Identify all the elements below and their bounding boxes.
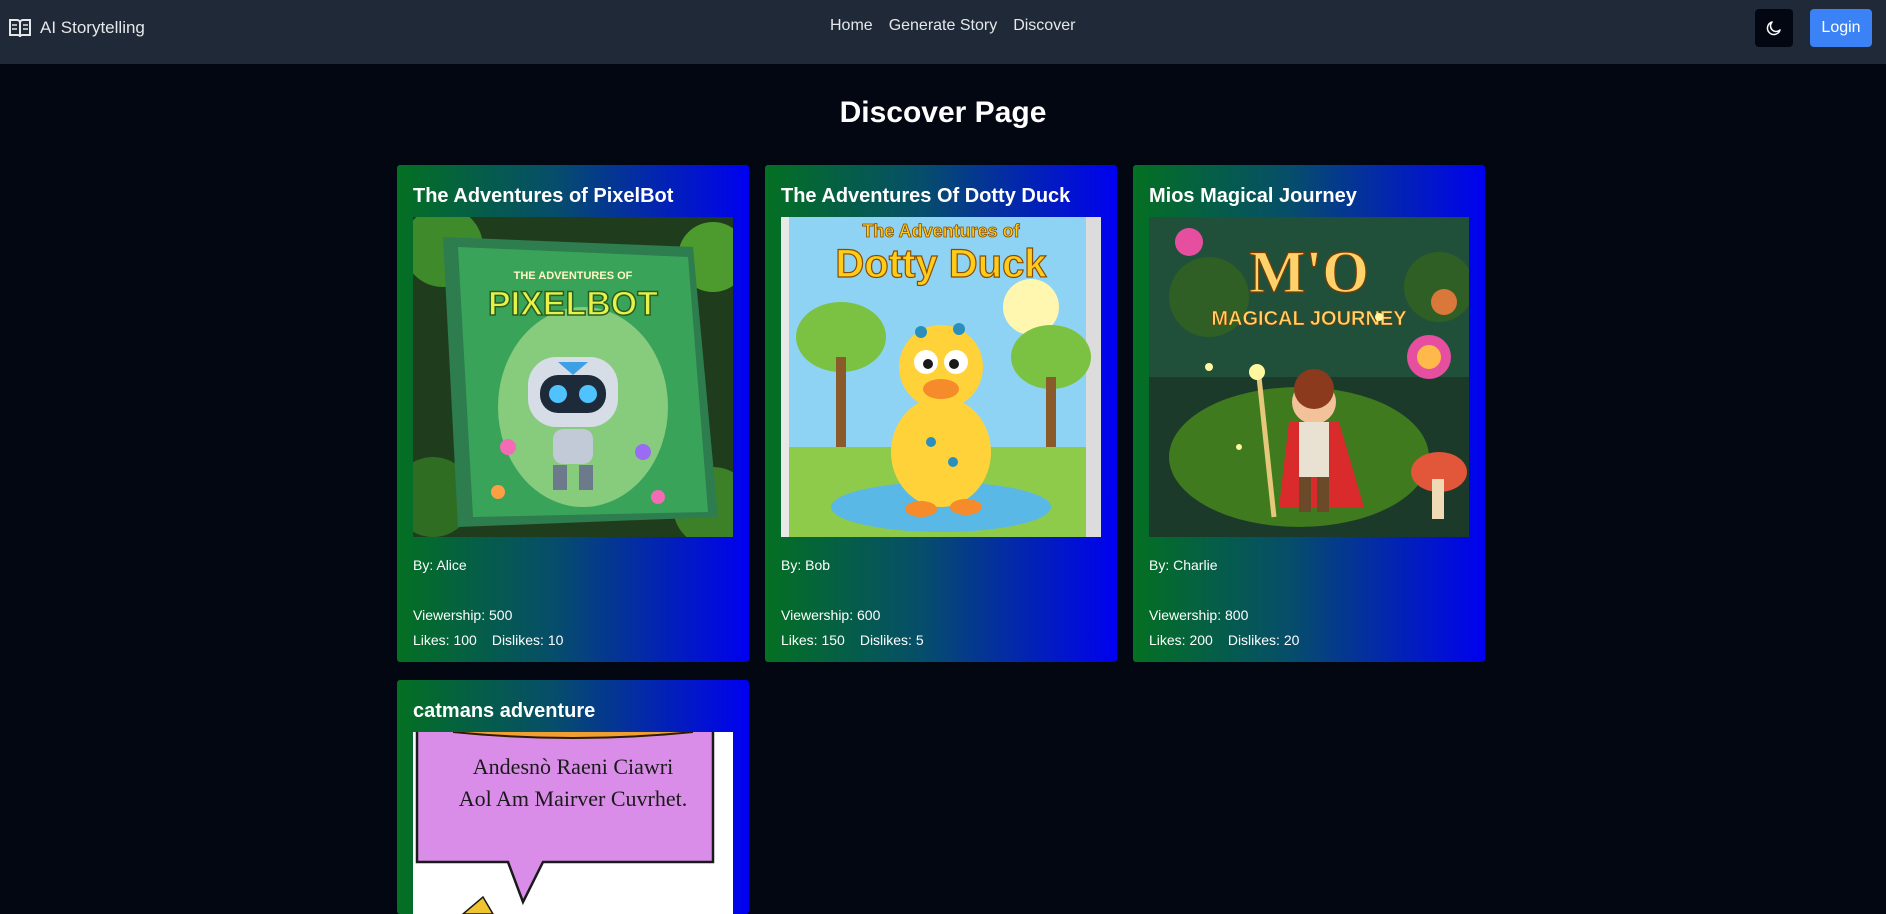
cover-title-small: THE ADVENTURES OF: [514, 270, 633, 282]
story-cover-image[interactable]: The Adventures of Dotty Duck: [781, 217, 1101, 537]
brand-label: AI Storytelling: [40, 18, 145, 37]
nav-home-link[interactable]: Home: [830, 17, 873, 35]
story-dislikes: Dislikes: 5: [859, 632, 924, 648]
story-viewership: Viewership: 600: [781, 607, 881, 623]
story-author: By: Alice: [413, 557, 467, 573]
brand[interactable]: AI Storytelling: [8, 16, 145, 40]
cover-title-small: M'O: [1249, 239, 1369, 305]
nav-discover-link[interactable]: Discover: [1013, 17, 1075, 35]
story-author: By: Bob: [781, 557, 831, 573]
story-cover-image[interactable]: M'O MAGICAL JOURNEY: [1149, 217, 1469, 537]
story-viewership: Viewership: 800: [1149, 607, 1249, 623]
moon-icon: [1766, 21, 1781, 36]
story-title[interactable]: catmans adventure: [413, 700, 743, 723]
story-stats: Likes: 100 Dislikes: 10: [413, 632, 563, 648]
nav-links: Home Generate Story Discover: [830, 17, 1075, 35]
navbar: AI Storytelling Home Generate Story Disc…: [0, 0, 1886, 64]
cover-title-big: Aol Am Mairver Cuvrhet.: [459, 786, 688, 811]
story-likes: Likes: 200: [1149, 632, 1213, 648]
story-title[interactable]: Mios Magical Journey: [1149, 185, 1479, 208]
story-author: By: Charlie: [1149, 557, 1218, 573]
cover-title-big: PIXELBOT: [488, 285, 658, 323]
story-card[interactable]: catmans adventure Andesnò Raeni Ciawri A…: [397, 680, 749, 914]
nav-generate-story-link[interactable]: Generate Story: [889, 17, 998, 35]
story-card[interactable]: The Adventures Of Dotty Duck The Adventu…: [765, 165, 1117, 662]
story-title[interactable]: The Adventures of PixelBot: [413, 185, 743, 208]
cover-title-big: Dotty Duck: [835, 242, 1047, 286]
story-title[interactable]: The Adventures Of Dotty Duck: [781, 185, 1111, 208]
login-button[interactable]: Login: [1810, 9, 1872, 47]
cover-title-small: The Adventures of: [862, 221, 1020, 241]
story-likes: Likes: 150: [781, 632, 845, 648]
cover-title-small: Andesnò Raeni Ciawri: [473, 754, 673, 779]
story-cover-image[interactable]: Andesnò Raeni Ciawri Aol Am Mairver Cuvr…: [413, 732, 733, 914]
story-stats: Likes: 150 Dislikes: 5: [781, 632, 924, 648]
story-stats: Likes: 200 Dislikes: 20: [1149, 632, 1299, 648]
page-title: Discover Page: [839, 96, 1047, 129]
book-icon: [9, 19, 31, 38]
story-card[interactable]: Mios Magical Journey M'O MAGICAL JOURNEY: [1133, 165, 1485, 662]
story-dislikes: Dislikes: 10: [491, 632, 564, 648]
story-cover-image[interactable]: THE ADVENTURES OF PIXELBOT: [413, 217, 733, 537]
theme-toggle-button[interactable]: [1755, 9, 1793, 47]
story-dislikes: Dislikes: 20: [1227, 632, 1300, 648]
story-likes: Likes: 100: [413, 632, 477, 648]
story-viewership: Viewership: 500: [413, 607, 513, 623]
story-card[interactable]: The Adventures of PixelBot THE ADVENTURE…: [397, 165, 749, 662]
